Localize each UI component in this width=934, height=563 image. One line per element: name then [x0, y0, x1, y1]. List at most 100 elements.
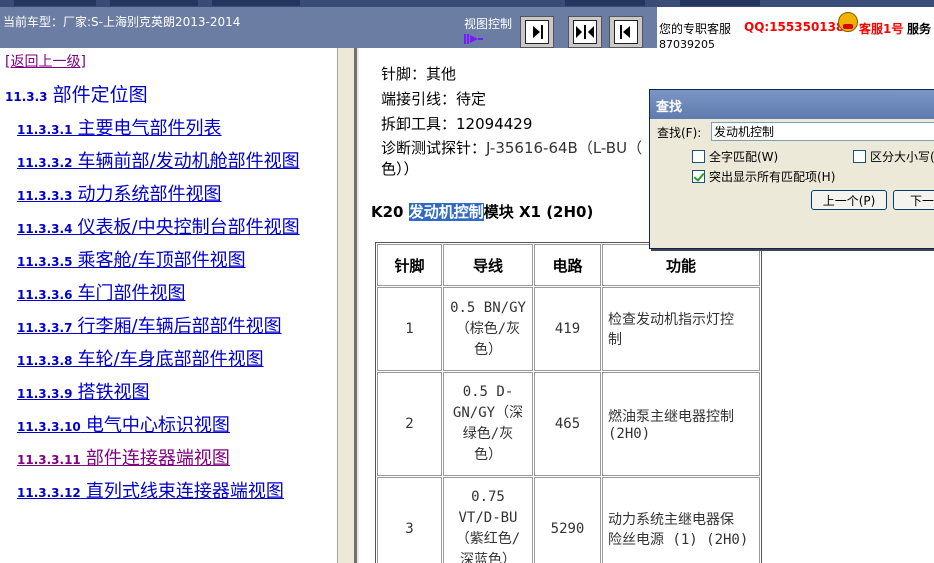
view-right-button[interactable] — [520, 16, 554, 48]
column-header: 针脚 — [377, 244, 442, 286]
nav-item-title: 车门部件视图 — [77, 283, 186, 304]
nav-item[interactable]: 11.3.3.2 车辆前部/发动机舱部件视图 — [17, 147, 300, 173]
checkbox-box[interactable] — [853, 150, 866, 163]
wire-line: 色） — [474, 447, 502, 463]
nav-item[interactable]: 11.3.3.11 部件连接器端视图 — [17, 444, 230, 470]
function-line: 检查发动机指示灯控 — [608, 312, 734, 328]
nav-item-number: 11.3.3.6 — [17, 288, 73, 302]
connector-suffix: 模块 X1 (2H0) — [483, 203, 594, 221]
nav-item[interactable]: 11.3.3.12 直列式线束连接器端视图 — [17, 477, 284, 503]
nav-item-title: 动力系统部件视图 — [77, 184, 222, 205]
whole-word-checkbox[interactable]: 全字匹配(W) — [692, 148, 778, 165]
nav-item[interactable]: 11.3.3.7 行李厢/车辆后部部件视图 — [17, 312, 282, 338]
top-tab[interactable] — [565, 0, 645, 6]
connector-prefix: K20 — [371, 203, 409, 221]
probe-value: J-35616-64B（L-BU（ — [486, 139, 643, 157]
vehicle-info: 当前车型：厂家:S-上海别克英朗2013-2014 — [3, 15, 241, 29]
nav-item-number: 11.3.3.2 — [17, 156, 73, 170]
nav-item-number: 11.3.3.9 — [17, 387, 73, 401]
nav-item-number: 11.3.3.7 — [17, 321, 73, 335]
terminal-row: 端接引线：待定 — [381, 88, 486, 109]
probe-row: 诊断测试探针：J-35616-64B（L-BU（ — [381, 137, 642, 158]
column-header: 导线 — [443, 244, 533, 286]
nav-item-number: 11.3.3.1 — [17, 123, 73, 137]
splitter-bar[interactable] — [354, 48, 357, 563]
nav-item[interactable]: 11.3.3.9 搭铁视图 — [17, 378, 150, 404]
search-highlight: 发动机控制 — [408, 203, 484, 221]
next-button[interactable]: 下一个 — [893, 190, 934, 210]
pane-splitter[interactable] — [337, 48, 359, 563]
view-control-label: 视图控制 — [464, 17, 513, 31]
checkbox-box[interactable] — [692, 150, 705, 163]
find-dialog-titlebar[interactable]: 查找 — [650, 90, 934, 119]
tool-value: 12094429 — [456, 115, 533, 133]
view-split-icon — [573, 20, 597, 44]
checkbox-label: 区分大小写( — [870, 150, 934, 164]
prev-button[interactable]: 上一个(P) — [811, 190, 887, 210]
pin-table: 针脚 导线 电路 功能 1 0.5 BN/GY （棕色/灰 色） 419 检查发动机… — [375, 242, 762, 563]
top-tab[interactable] — [212, 0, 300, 6]
probe-label: 诊断测试探针： — [381, 139, 487, 157]
function-cell: 检查发动机指示灯控制 — [602, 287, 760, 371]
wire-line: （棕色/灰 — [455, 320, 521, 337]
nav-item[interactable]: 11.3.3.5 乘客舱/车顶部件视图 — [17, 246, 246, 272]
wire-line: 0.5 D- — [462, 384, 514, 400]
find-input[interactable] — [711, 122, 934, 141]
tool-label: 拆卸工具： — [381, 115, 457, 133]
view-left-button[interactable] — [609, 16, 643, 48]
nav-item[interactable]: 11.3.3.1 主要电气部件列表 — [17, 114, 222, 140]
wire-cell: 0.75 VT/D-BU （紫红色/深蓝色） — [443, 477, 533, 563]
nav-item-title: 搭铁视图 — [77, 382, 150, 403]
pin-cell: 3 — [377, 477, 442, 563]
table-row: 3 0.75 VT/D-BU （紫红色/深蓝色） 5290 动力系统主继电器保 险丝电… — [377, 477, 760, 563]
table-row: 1 0.5 BN/GY （棕色/灰 色） 419 检查发动机指示灯控制 — [377, 287, 760, 371]
nav-item-number: 11.3.3.10 — [17, 420, 81, 434]
function-line: 动力系统主继电器保 — [608, 512, 734, 528]
pin-cell: 1 — [377, 287, 442, 371]
top-tab[interactable] — [14, 0, 96, 6]
pin-row: 针脚：其他 — [381, 63, 456, 84]
function-line: 险丝电源 (1) (2H0) — [608, 532, 749, 548]
nav-item[interactable]: 11.3.3.6 车门部件视图 — [17, 279, 186, 305]
highlight-all-checkbox[interactable]: 突出显示所有匹配项(H) — [692, 168, 835, 185]
checkbox-label: 全字匹配(W) — [709, 150, 779, 164]
column-header: 功能 — [602, 244, 760, 286]
checkbox-box-checked[interactable] — [692, 170, 705, 183]
probe-continuation: 色）） — [381, 160, 419, 178]
nav-item[interactable]: 11.3.3.4 仪表板/中央控制台部件视图 — [17, 213, 300, 239]
connector-title: K20 发动机控制模块 X1 (2H0) — [371, 201, 593, 222]
nav-item-title: 行李厢/车辆后部部件视图 — [77, 316, 282, 337]
wire-line: 绿色/灰 — [462, 426, 514, 442]
wire-line: （紫红色/ — [455, 531, 521, 547]
section-number: 11.3.3 — [5, 90, 48, 104]
nav-item[interactable]: 11.3.3.8 车轮/车身底部部件视图 — [17, 345, 264, 371]
checkbox-label: 突出显示所有匹配项(H) — [709, 170, 836, 184]
service-agent-link[interactable]: 客服1号 — [859, 20, 903, 37]
nav-item-number: 11.3.3.4 — [17, 222, 73, 236]
nav-item[interactable]: 11.3.3.10 电气中心标识视图 — [17, 411, 230, 437]
nav-item-title: 车辆前部/发动机舱部件视图 — [77, 151, 300, 172]
qq-avatar-icon[interactable] — [838, 12, 858, 32]
view-split-button[interactable] — [568, 16, 602, 48]
back-link[interactable]: [返回上一级] — [5, 51, 86, 71]
wire-cell: 0.5 BN/GY （棕色/灰 色） — [443, 287, 533, 371]
tool-row: 拆卸工具：12094429 — [381, 113, 532, 134]
nav-item-title: 电气中心标识视图 — [85, 415, 230, 436]
pin-value: 其他 — [426, 65, 457, 83]
nav-item-number: 11.3.3.3 — [17, 189, 73, 203]
function-line: (2H0) — [608, 426, 651, 442]
terminal-label: 端接引线： — [381, 90, 457, 108]
circuit-cell: 465 — [534, 372, 601, 476]
top-tab[interactable] — [110, 0, 198, 6]
top-tab[interactable] — [680, 0, 760, 6]
nav-item-title: 主要电气部件列表 — [77, 118, 222, 139]
nav-item-title: 仪表板/中央控制台部件视图 — [77, 217, 300, 238]
service-panel: 您的专职客服 QQ:1553501388 客服1号 服务 87039205 — [657, 7, 934, 51]
nav-item[interactable]: 11.3.3.3 动力系统部件视图 — [17, 180, 222, 206]
wire-line: GN/GY（深 — [452, 405, 524, 421]
function-cell: 燃油泵主继电器控制 (2H0) — [602, 372, 760, 476]
function-cell: 动力系统主继电器保 险丝电源 (1) (2H0) — [602, 477, 760, 563]
qq-link[interactable]: QQ:1553501388 — [744, 20, 853, 34]
match-case-checkbox[interactable]: 区分大小写( — [853, 148, 934, 165]
section-heading: 11.3.3 部件定位图 — [5, 80, 148, 107]
